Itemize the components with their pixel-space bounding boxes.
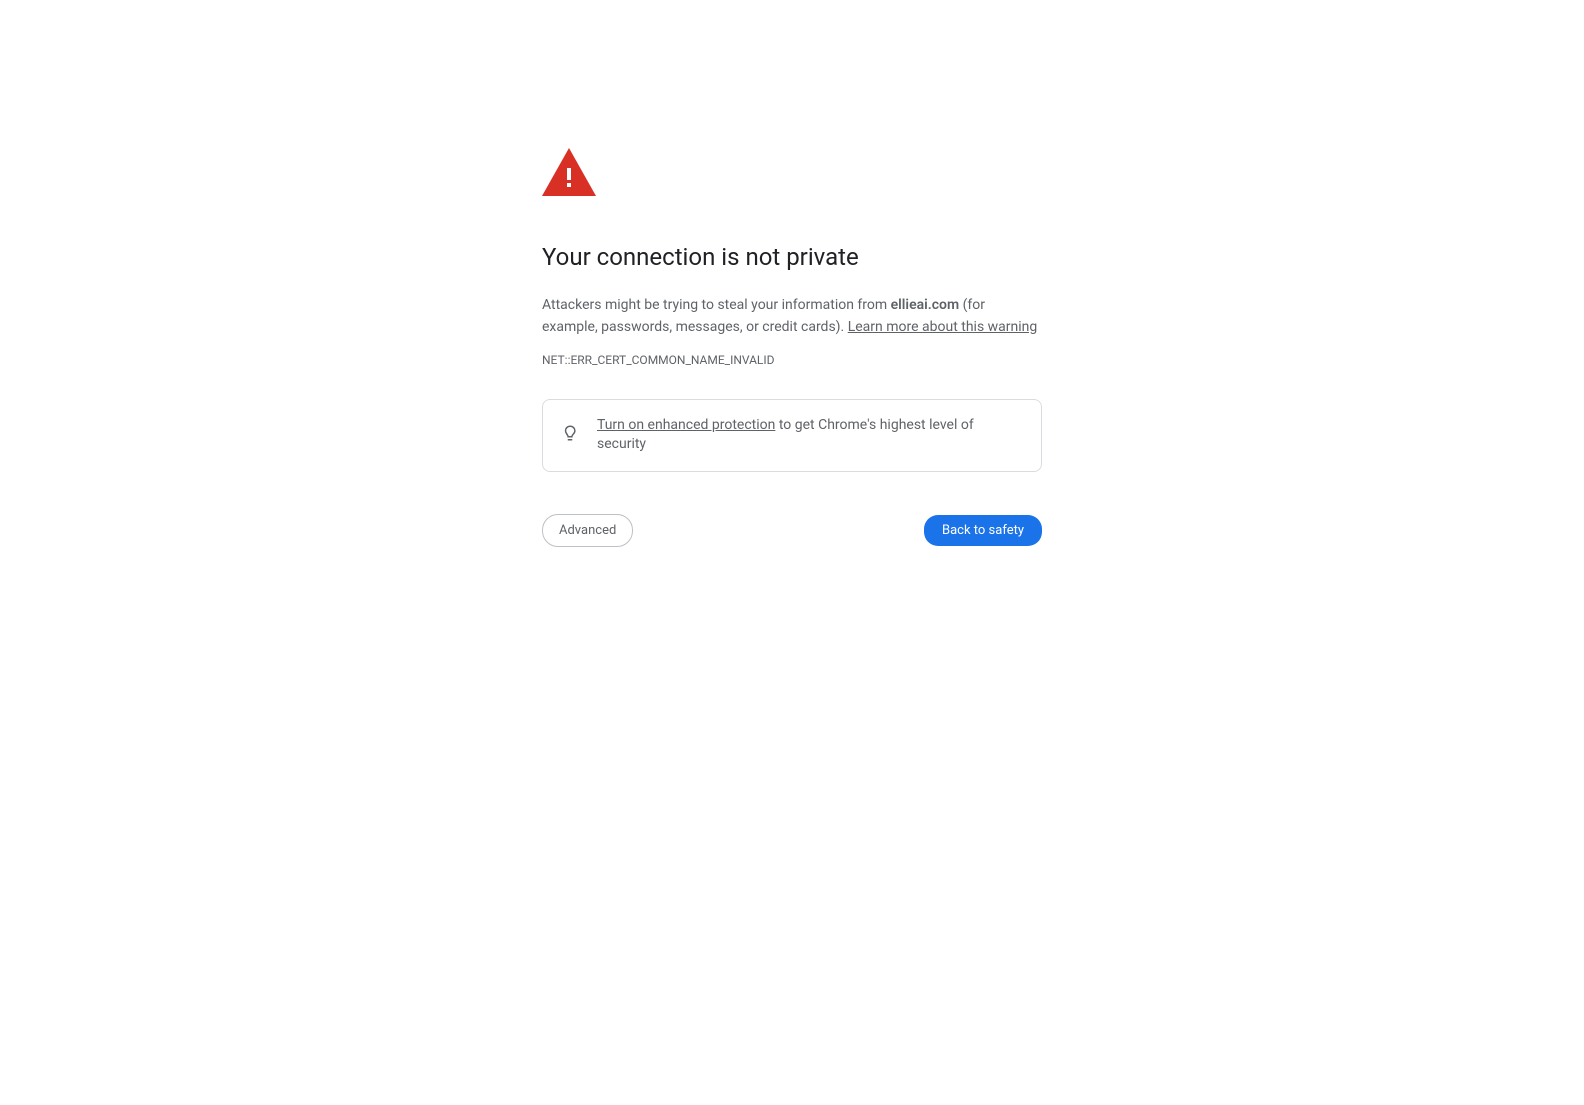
advanced-button[interactable]: Advanced bbox=[542, 514, 633, 547]
lightbulb-icon bbox=[561, 424, 579, 446]
error-code: NET::ERR_CERT_COMMON_NAME_INVALID bbox=[542, 353, 1042, 367]
domain-name: ellieai.com bbox=[891, 297, 960, 313]
enhanced-protection-tip: Turn on enhanced protection to get Chrom… bbox=[542, 399, 1042, 472]
error-page-container: Your connection is not private Attackers… bbox=[542, 0, 1042, 547]
back-to-safety-button[interactable]: Back to safety bbox=[924, 515, 1042, 546]
tip-text: Turn on enhanced protection to get Chrom… bbox=[597, 416, 1023, 455]
warning-description: Attackers might be trying to steal your … bbox=[542, 295, 1042, 338]
button-row: Advanced Back to safety bbox=[542, 514, 1042, 547]
enhanced-protection-link[interactable]: Turn on enhanced protection bbox=[597, 417, 775, 433]
learn-more-link[interactable]: Learn more about this warning bbox=[848, 319, 1038, 335]
warning-triangle-icon bbox=[542, 148, 1042, 200]
description-prefix: Attackers might be trying to steal your … bbox=[542, 297, 891, 313]
page-title: Your connection is not private bbox=[542, 242, 1042, 273]
